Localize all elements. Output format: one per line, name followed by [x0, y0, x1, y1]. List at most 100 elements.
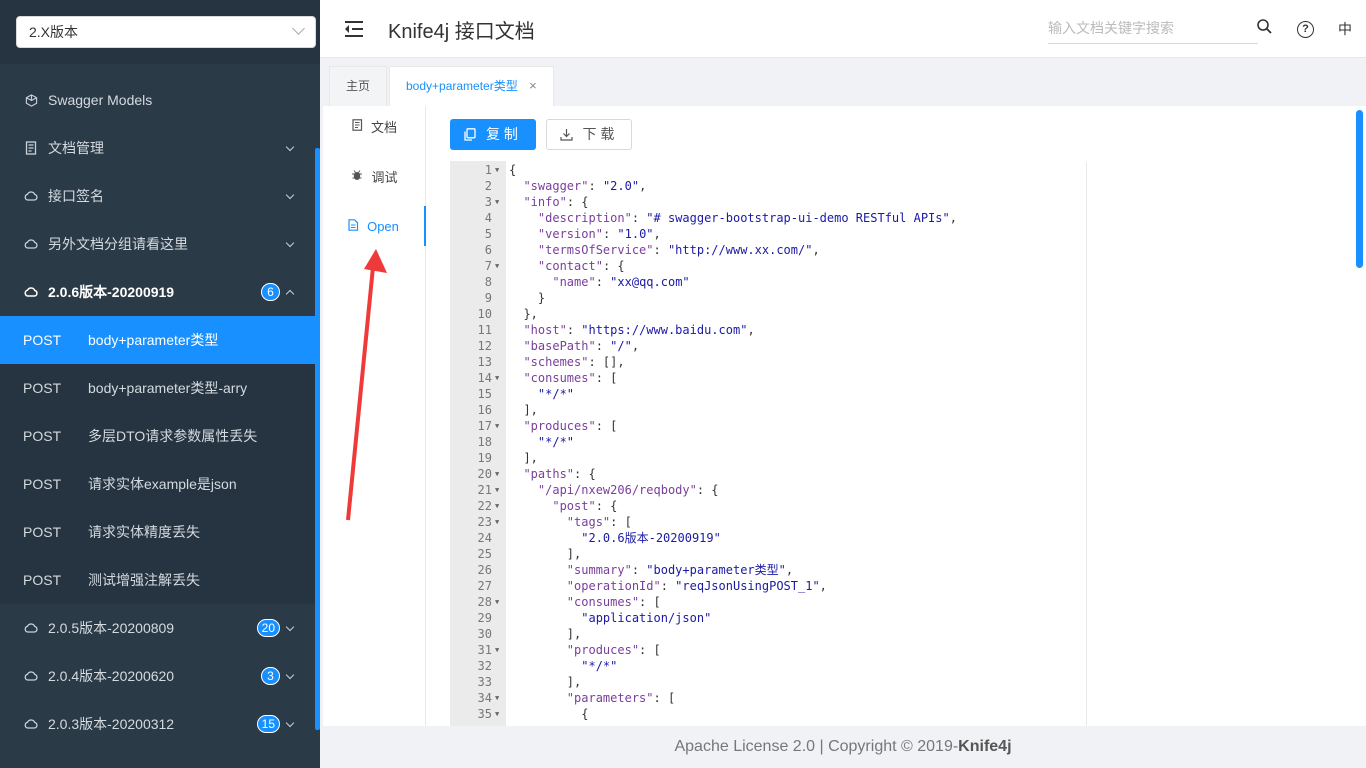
fold-toggle-icon[interactable]: ▼ — [495, 482, 499, 498]
code-line: 4 "description": "# swagger-bootstrap-ui… — [450, 210, 1086, 226]
code-line: 24 "2.0.6版本-20200919" — [450, 530, 1086, 546]
menu-group-206[interactable]: 2.0.6版本-20200919 6 — [0, 268, 320, 316]
api-item-annotation-loss[interactable]: POST 测试增强注解丢失 — [0, 556, 320, 604]
tab-body-parameter[interactable]: body+parameter类型 × — [389, 66, 554, 107]
menu-group-label: 2.0.5版本-20200809 — [48, 620, 175, 636]
count-badge: 3 — [261, 667, 280, 685]
side-tab-debug[interactable]: 调试 — [323, 156, 426, 196]
app-title: Knife4j 接口文档 — [388, 21, 535, 43]
copy-icon — [464, 128, 476, 141]
chevron-down-icon — [285, 718, 295, 728]
api-item-body-parameter[interactable]: POST body+parameter类型 — [0, 316, 320, 364]
tab-label: body+parameter类型 — [406, 79, 518, 93]
code-line: 21 ▼ "/api/nxew206/reqbody": { — [450, 482, 1086, 498]
code-editor[interactable]: 1 ▼{2 "swagger": "2.0", 3 ▼ "info": {4 "des… — [450, 161, 1086, 726]
chevron-down-icon — [285, 670, 295, 680]
code-text: ], — [509, 451, 538, 465]
menu-fold-icon[interactable] — [345, 21, 363, 37]
fold-toggle-icon[interactable]: ▼ — [495, 498, 499, 514]
count-badge: 20 — [256, 619, 280, 637]
menu-group-label: 2.0.6版本-20200919 — [48, 284, 175, 300]
download-button-label: 下载 — [582, 126, 619, 142]
sidebar-header: 2.X版本 — [0, 0, 320, 64]
language-switch[interactable]: 中 — [1338, 19, 1352, 39]
api-item-body-parameter-arry[interactable]: POST body+parameter类型-arry — [0, 364, 320, 412]
menu-group-204[interactable]: 2.0.4版本-20200620 3 — [0, 652, 320, 700]
download-button[interactable]: 下载 — [546, 119, 632, 150]
fold-toggle-icon[interactable]: ▼ — [495, 690, 499, 706]
code-line: 28 ▼ "consumes": [ — [450, 594, 1086, 610]
chevron-down-icon — [292, 22, 305, 35]
code-line: 35 ▼ { — [450, 706, 1086, 722]
menu-item-label: Swagger Models — [48, 92, 153, 108]
line-number: 11 — [477, 323, 492, 337]
content-scrollbar[interactable] — [1356, 110, 1363, 268]
file-icon — [348, 218, 359, 234]
line-number: 26 — [477, 563, 492, 577]
close-icon[interactable]: × — [529, 67, 537, 105]
code-text: "paths": { — [523, 467, 596, 481]
sidebar-scrollbar[interactable] — [315, 148, 320, 730]
fold-toggle-icon[interactable]: ▼ — [495, 514, 499, 530]
line-number: 9 — [484, 291, 492, 305]
code-line: 26 "summary": "body+parameter类型", — [450, 562, 1086, 578]
menu-item-api-signature[interactable]: 接口签名 — [0, 172, 320, 220]
fold-toggle-icon[interactable]: ▼ — [495, 466, 499, 482]
api-item-precision-loss[interactable]: POST 请求实体精度丢失 — [0, 508, 320, 556]
copy-button[interactable]: 复制 — [450, 119, 536, 150]
fold-toggle-icon[interactable]: ▼ — [495, 194, 499, 210]
cube-icon — [24, 93, 38, 107]
code-line: 13 "schemes": [], — [450, 354, 1086, 370]
editor-right-border — [1086, 162, 1087, 726]
fold-toggle-icon[interactable]: ▼ — [495, 706, 499, 722]
menu-group-203[interactable]: 2.0.3版本-20200312 15 — [0, 700, 320, 748]
api-item-example-json[interactable]: POST 请求实体example是json — [0, 460, 320, 508]
footer-year: 2019- — [912, 738, 959, 755]
fold-toggle-icon[interactable]: ▼ — [495, 258, 499, 274]
code-text: "host": "https://www.baidu.com", — [523, 323, 755, 337]
search-icon[interactable] — [1257, 19, 1272, 34]
side-tab-open[interactable]: Open — [323, 206, 426, 246]
http-method: POST — [23, 524, 62, 540]
code-line: 12 "basePath": "/", — [450, 338, 1086, 354]
menu-group-label: 2.0.4版本-20200620 — [48, 668, 175, 684]
cloud-icon — [24, 717, 38, 731]
version-select[interactable]: 2.X版本 — [16, 16, 316, 48]
line-number: 25 — [477, 547, 492, 561]
code-text: "termsOfService": "http://www.xx.com/", — [537, 243, 820, 257]
fold-toggle-icon[interactable]: ▼ — [495, 642, 499, 658]
http-method: POST — [23, 476, 62, 492]
line-number: 2 — [484, 179, 492, 193]
menu-item-other-groups[interactable]: 另外文档分组请看这里 — [0, 220, 320, 268]
sidebar: 2.X版本 Swagger Models 文档管理 接口签名 另外文档分组请看这… — [0, 0, 320, 768]
menu-item-doc-management[interactable]: 文档管理 — [0, 124, 320, 172]
line-number: 35 — [477, 707, 492, 721]
fold-toggle-icon[interactable]: ▼ — [495, 162, 499, 178]
side-tab-doc[interactable]: 文档 — [323, 106, 426, 146]
line-number: 7 — [484, 259, 492, 273]
line-number: 3 — [484, 195, 492, 209]
line-number: 23 — [477, 515, 492, 529]
fold-toggle-icon[interactable]: ▼ — [495, 594, 499, 610]
code-line: 22 ▼ "post": { — [450, 498, 1086, 514]
api-item-multilayer-dto[interactable]: POST 多层DTO请求参数属性丢失 — [0, 412, 320, 460]
menu-group-205[interactable]: 2.0.5版本-20200809 20 — [0, 604, 320, 652]
line-number: 28 — [477, 595, 492, 609]
footer-brand: Knife4j — [958, 738, 1012, 755]
chevron-down-icon — [285, 142, 295, 152]
code-line: 15 "*/*" — [450, 386, 1086, 402]
line-number: 10 — [477, 307, 492, 321]
help-icon[interactable]: ? — [1297, 21, 1314, 38]
cloud-icon — [24, 285, 38, 299]
sidebar-menu: Swagger Models 文档管理 接口签名 另外文档分组请看这里 2.0.… — [0, 64, 320, 748]
tab-home[interactable]: 主页 — [329, 66, 388, 106]
fold-toggle-icon[interactable]: ▼ — [495, 370, 499, 386]
menu-item-swagger-models[interactable]: Swagger Models — [0, 76, 320, 124]
code-text: ], — [509, 403, 538, 417]
cloud-icon — [24, 237, 38, 251]
fold-toggle-icon[interactable]: ▼ — [495, 418, 499, 434]
menu-group-label: 2.0.3版本-20200312 — [48, 716, 175, 732]
code-text: ], — [509, 627, 582, 641]
search-input[interactable]: 输入文档关键字搜索 — [1048, 14, 1258, 44]
chevron-down-icon — [285, 238, 295, 248]
